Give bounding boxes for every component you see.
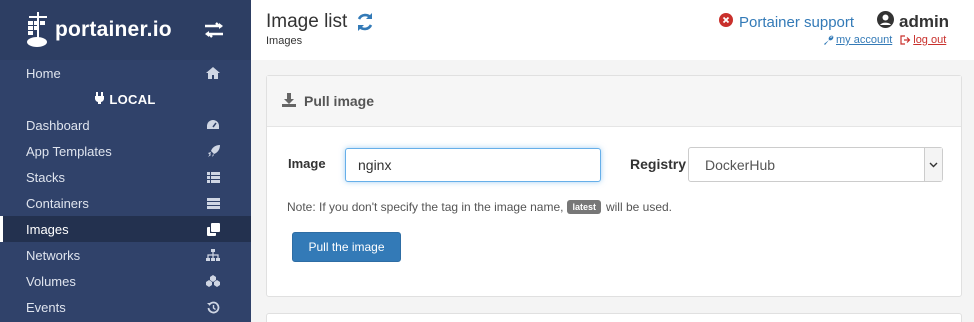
widget-title: Pull image (304, 93, 375, 109)
user-menu: admin (877, 11, 949, 33)
sign-out-icon (900, 35, 911, 45)
registry-label: Registry (630, 156, 687, 172)
sitemap-icon (206, 248, 220, 262)
brand-name: portainer.io (55, 18, 172, 41)
registry-select[interactable]: DockerHub (688, 147, 943, 182)
widget-header: Pull image (267, 76, 961, 127)
sidebar-item-events[interactable]: Events (0, 294, 251, 320)
registry-value: DockerHub (705, 156, 776, 173)
page-title-text: Image list (266, 11, 348, 32)
sidebar-item-label: App Templates (26, 143, 112, 159)
plug-icon (95, 91, 105, 107)
my-account-label: my account (836, 34, 893, 46)
sidebar-item-stacks[interactable]: Stacks (0, 164, 251, 190)
next-widget (266, 313, 962, 322)
user-name: admin (899, 12, 950, 31)
sidebar-item-dashboard[interactable]: Dashboard (0, 112, 251, 138)
pull-image-widget: Pull image Image Registry DockerHub Note… (266, 75, 962, 297)
note-prefix: Note: If you don't specify the tag in th… (287, 200, 564, 214)
sidebar-item-label: Stacks (26, 169, 66, 185)
exchange-icon[interactable] (203, 21, 225, 39)
chevron-down-icon (924, 148, 942, 181)
page-title: Image list (266, 11, 375, 33)
refresh-icon[interactable] (355, 12, 375, 32)
sidebar-item-label: Images (26, 221, 69, 237)
user-links: my account log out (824, 34, 946, 46)
tag-note: Note: If you don't specify the tag in th… (287, 200, 672, 214)
download-icon (282, 92, 296, 110)
clone-icon (206, 222, 220, 236)
times-circle-icon (719, 13, 733, 31)
history-icon (206, 300, 220, 314)
sidebar-item-label: Dashboard (26, 117, 90, 133)
server-icon (206, 196, 220, 210)
home-icon (206, 66, 220, 80)
support-label: Portainer support (739, 13, 855, 31)
page-header: Image list Images Portainer support admi… (251, 0, 974, 60)
sidebar-item-home[interactable]: Home (0, 60, 251, 86)
latest-badge: latest (567, 200, 601, 214)
sidebar-item-networks[interactable]: Networks (0, 242, 251, 268)
sidebar: portainer.io Home LOCAL Dashboard App Te… (0, 0, 251, 322)
sidebar-menu: Home LOCAL Dashboard App Templates Stack… (0, 60, 251, 320)
my-account-link[interactable]: my account (824, 34, 892, 46)
cubes-icon (206, 274, 220, 288)
sidebar-item-containers[interactable]: Containers (0, 190, 251, 216)
pull-image-button[interactable]: Pull the image (292, 232, 401, 262)
sidebar-item-label: Networks (26, 247, 81, 263)
logout-link[interactable]: log out (900, 34, 946, 46)
note-suffix: will be used. (605, 200, 673, 214)
image-label: Image (288, 156, 326, 171)
sidebar-item-label: Volumes (26, 273, 76, 289)
rocket-icon (206, 144, 220, 158)
sidebar-item-label: Containers (26, 195, 89, 211)
portainer-support-link[interactable]: Portainer support (719, 13, 854, 31)
sidebar-section-local: LOCAL (0, 86, 251, 112)
tachometer-icon (206, 118, 220, 132)
sidebar-item-volumes[interactable]: Volumes (0, 268, 251, 294)
portainer-logo (26, 12, 52, 48)
sidebar-item-images[interactable]: Images (0, 216, 251, 242)
logout-label: log out (913, 34, 947, 46)
image-input[interactable] (345, 148, 601, 182)
sidebar-item-label: Events (26, 299, 66, 315)
sidebar-item-app-templates[interactable]: App Templates (0, 138, 251, 164)
sidebar-section-label: LOCAL (109, 91, 156, 107)
user-circle-icon (877, 11, 894, 33)
breadcrumb: Images (266, 35, 303, 47)
wrench-icon (824, 35, 834, 45)
sidebar-item-label: Home (26, 65, 61, 81)
th-list-icon (206, 170, 220, 184)
